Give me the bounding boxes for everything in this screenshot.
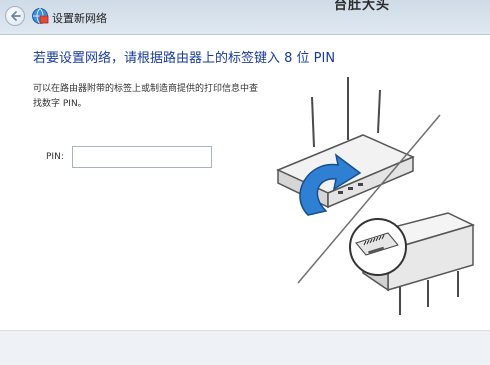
instructions-text: 可以在路由器附带的标签上或制造商提供的打印信息中查找数字 PIN。: [33, 84, 259, 109]
back-arrow-icon: [11, 11, 21, 21]
network-icon: [32, 8, 49, 24]
wizard-footer: [0, 330, 490, 365]
pin-input[interactable]: [72, 146, 212, 168]
router-illustration: [276, 77, 476, 315]
title-bar: 设置新网络 台肚大头: [0, 0, 490, 35]
window-title: 设置新网络: [52, 12, 107, 25]
watermark-text: 台肚大头: [334, 0, 391, 13]
page-heading: 若要设置网络，请根据路由器上的标签键入 8 位 PIN: [33, 51, 336, 66]
back-button[interactable]: [5, 6, 25, 26]
pin-label: PIN:: [46, 152, 64, 162]
router-label-magnifier-icon: [349, 212, 476, 315]
wizard-content: 若要设置网络，请根据路由器上的标签键入 8 位 PIN 可以在路由器附带的标签上…: [0, 35, 490, 330]
router-icon: [276, 77, 415, 209]
